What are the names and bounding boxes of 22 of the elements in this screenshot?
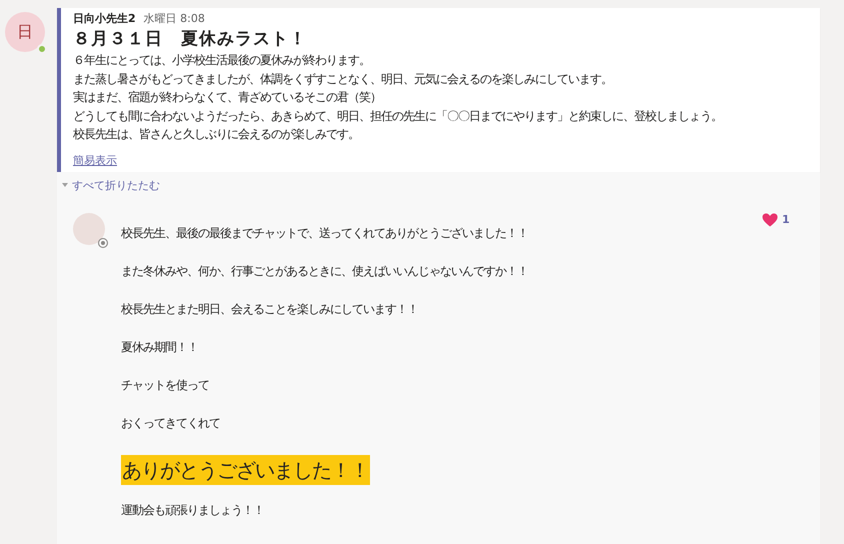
message-text: また蒸し暑さがもどってきましたが、体調をくずすことなく、明日、元気に会えるのを楽しみにしています。 bbox=[73, 70, 613, 88]
show-less-link[interactable]: 簡易表示 bbox=[73, 154, 117, 168]
reply-text: また冬休みや、何か、行事ごとがあるときに、使えばいいんじゃないんですか！！ bbox=[121, 264, 528, 278]
reply-text: 校長先生とまた明日、会えることを楽しみにしています！！ bbox=[121, 302, 418, 316]
message-subject: ８月３１日 夏休みラスト！ bbox=[73, 28, 308, 50]
timestamp: 水曜日 8:08 bbox=[144, 11, 205, 27]
avatar: 日 bbox=[5, 12, 45, 52]
message-text: どうしても間に合わないようだったら、あきらめて、明日、担任の先生に「〇〇日までにやります」と約束しに、登校しましょう。 bbox=[73, 108, 723, 124]
heart-icon bbox=[762, 212, 778, 226]
message-text: 実はまだ、宿題が終わらなくて、青ざめているそこの君（笑） bbox=[73, 89, 382, 106]
collapse-all-link[interactable]: すべて折りたたむ bbox=[72, 178, 160, 192]
reply-text: 校長先生、最後の最後までチャットで、送ってくれてありがとうございました！！ bbox=[121, 226, 528, 240]
message-text: ６年生にとっては、小学校生活最後の夏休みが終わります。 bbox=[73, 52, 371, 69]
avatar bbox=[73, 212, 105, 244]
reply-text: 夏休み期間！！ bbox=[121, 340, 198, 354]
highlighted-text: ありがとうございました！！ bbox=[121, 454, 370, 484]
reply-text: おくってきてくれて bbox=[121, 416, 220, 430]
reply-text: チャットを使って bbox=[121, 378, 209, 392]
reply-text: 運動会も頑張りましょう！！ bbox=[121, 502, 264, 516]
reaction-count[interactable]: 1 bbox=[782, 213, 790, 226]
message-text: 校長先生は、皆さんと久しぶりに会えるのが楽しみです。 bbox=[73, 126, 360, 143]
author-name: 日向小先生2 bbox=[73, 11, 136, 27]
